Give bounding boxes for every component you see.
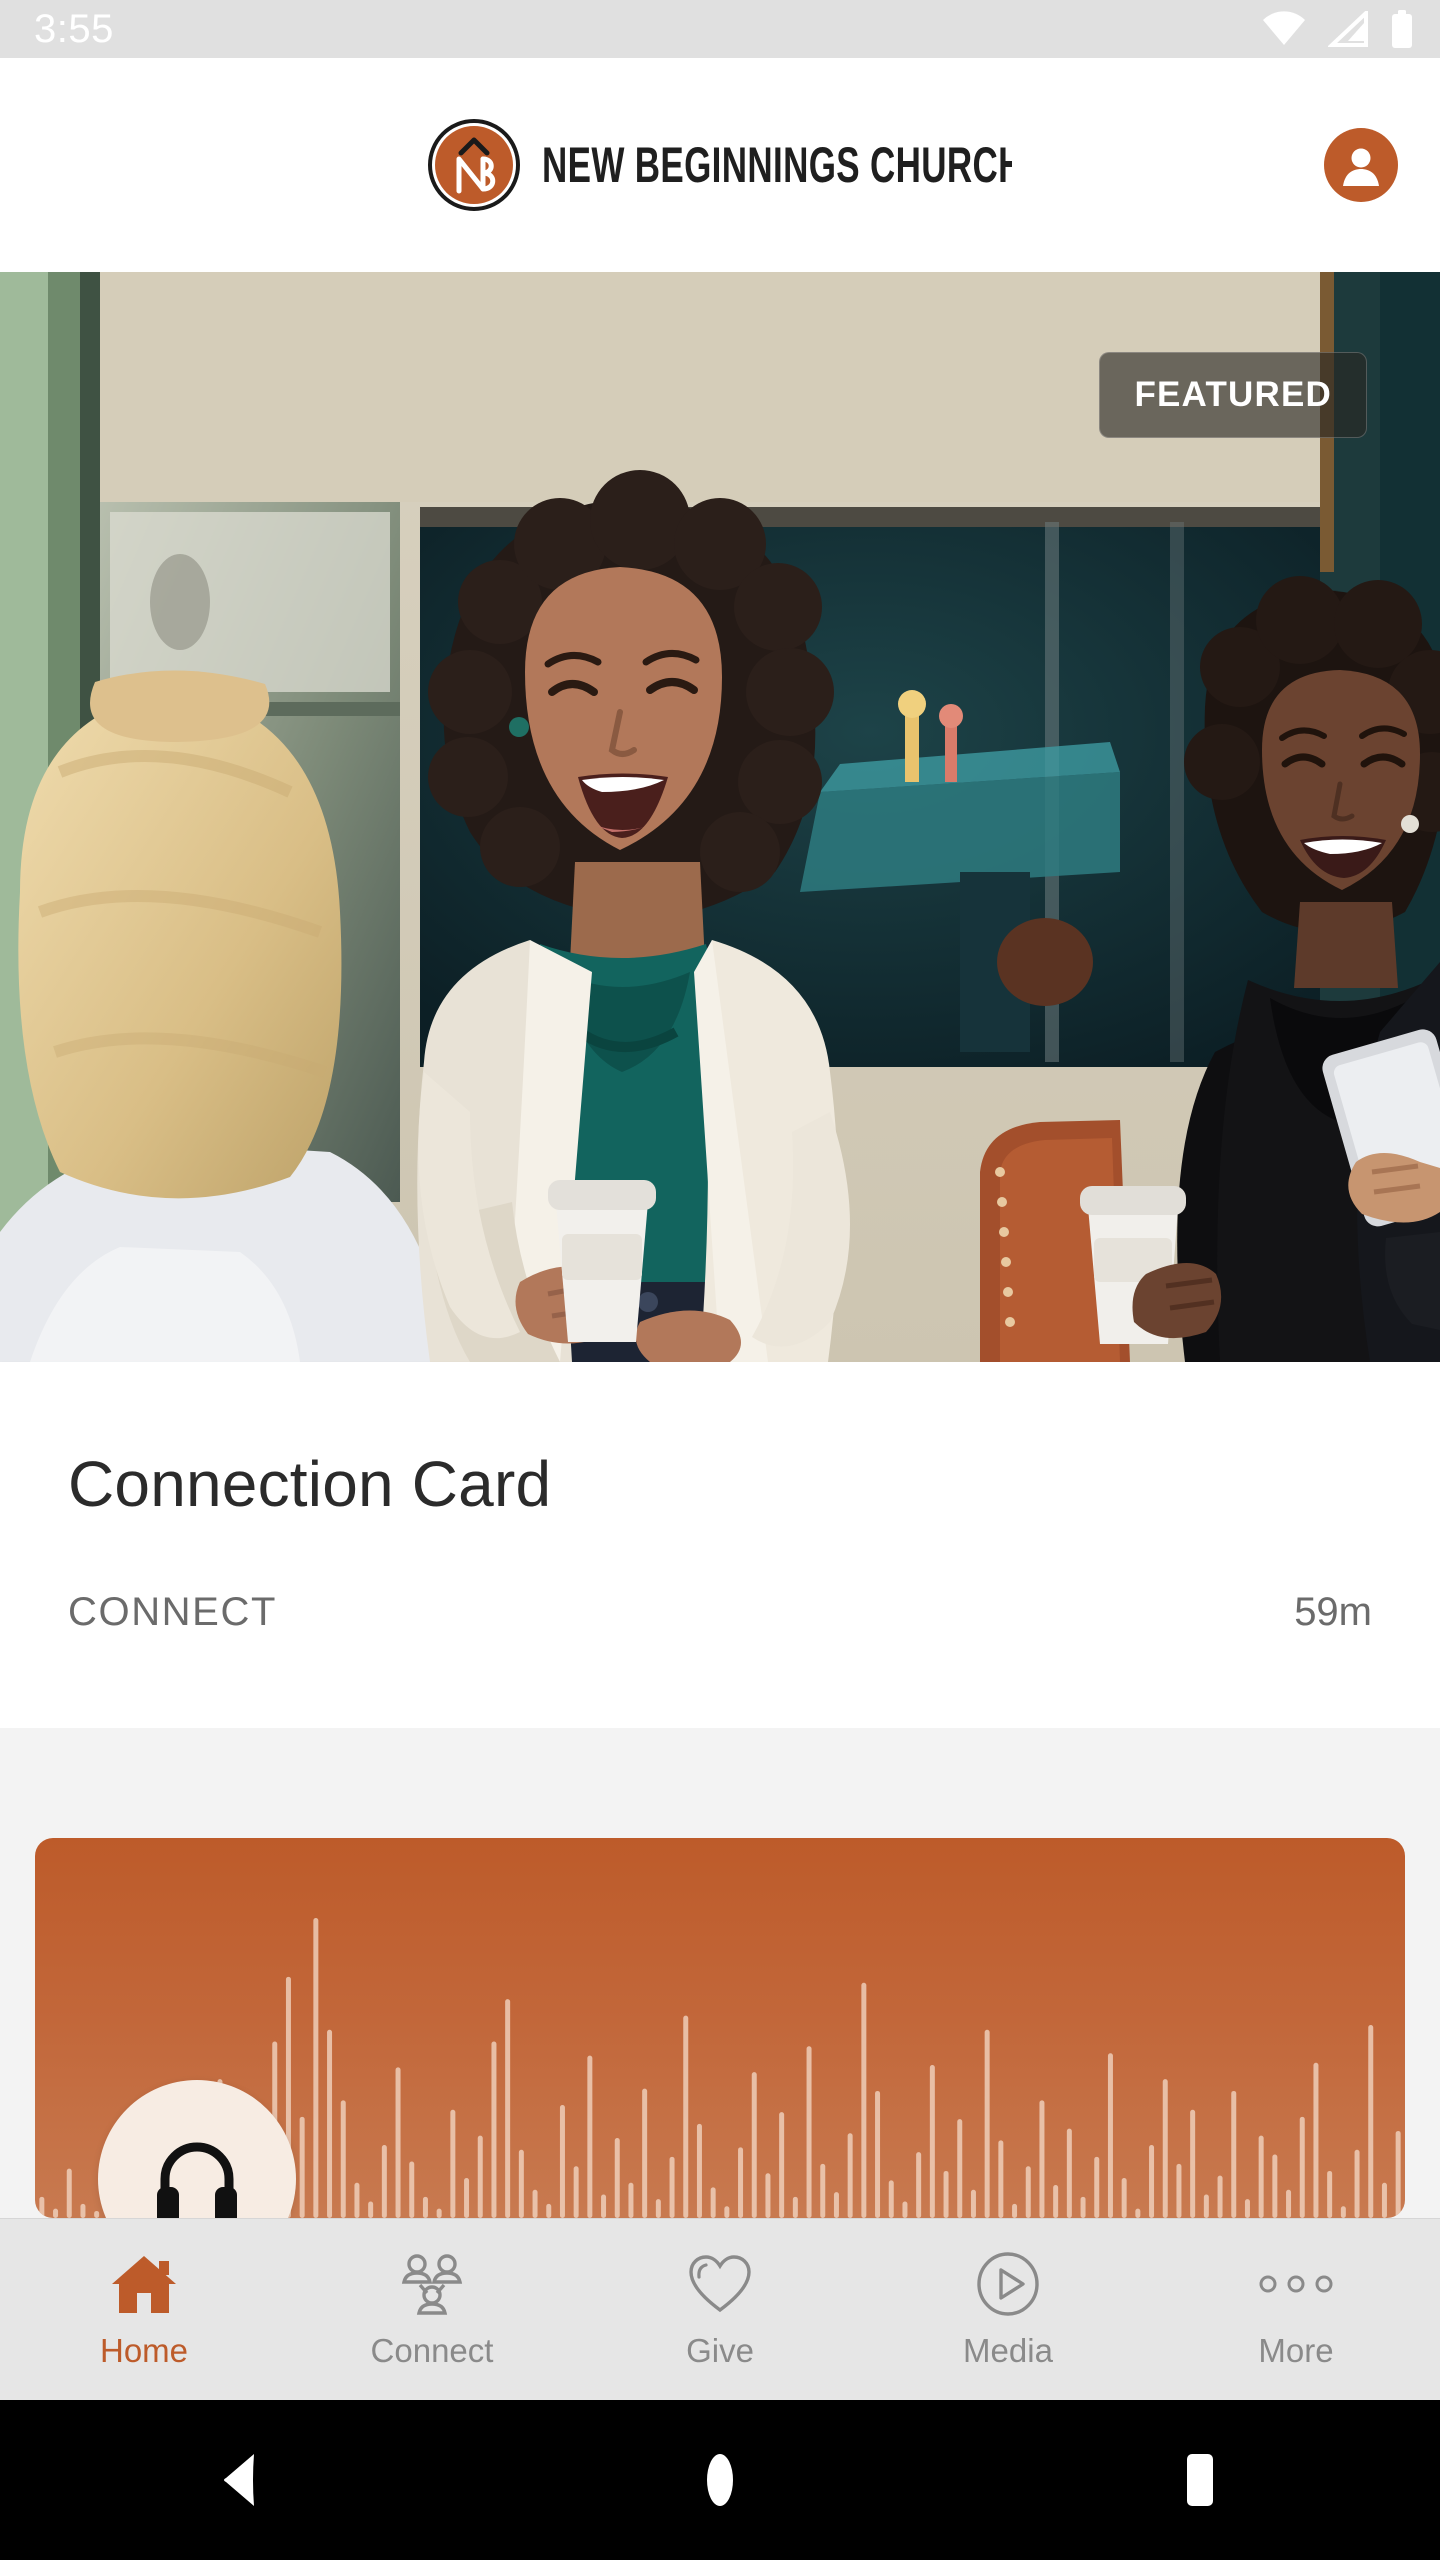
play-circle-icon xyxy=(975,2250,1041,2318)
heart-icon xyxy=(687,2250,753,2318)
back-button[interactable] xyxy=(140,2400,340,2560)
tab-media[interactable]: Media xyxy=(864,2219,1152,2401)
home-icon xyxy=(109,2250,179,2318)
status-bar-icons xyxy=(1262,10,1414,48)
tab-connect[interactable]: Connect xyxy=(288,2219,576,2401)
app-header: NEW BEGINNINGS CHURCH xyxy=(0,58,1440,272)
android-navigation-bar xyxy=(0,2400,1440,2560)
status-bar: 3:55 xyxy=(0,0,1440,58)
user-avatar-icon[interactable] xyxy=(1324,128,1398,202)
more-dots-icon xyxy=(1258,2250,1334,2318)
status-time: 3:55 xyxy=(34,6,114,51)
battery-icon xyxy=(1390,10,1414,48)
wifi-icon xyxy=(1262,11,1306,47)
duration-label: 59m xyxy=(1294,1590,1372,1634)
featured-badge: FEATURED xyxy=(1099,352,1367,438)
tab-label-give: Give xyxy=(686,2332,754,2369)
app-screen: 3:55 NEW BEGINNINGS CHURCH FEATURED Conn… xyxy=(0,0,1440,2560)
brand-logo[interactable]: NEW BEGINNINGS CHURCH xyxy=(428,119,1012,211)
tab-label-media: Media xyxy=(963,2332,1053,2369)
feature-meta-row: CONNECT 59m xyxy=(68,1590,1372,1635)
category-label: CONNECT xyxy=(68,1590,277,1634)
bottom-tab-bar: Home Connect Give Media More xyxy=(0,2218,1440,2400)
recent-apps-button[interactable] xyxy=(1100,2400,1300,2560)
audio-media-card[interactable] xyxy=(35,1838,1405,2218)
tab-give[interactable]: Give xyxy=(576,2219,864,2401)
cellular-signal-icon xyxy=(1328,11,1368,47)
tab-label-more: More xyxy=(1258,2332,1334,2369)
tab-more[interactable]: More xyxy=(1152,2219,1440,2401)
people-icon xyxy=(396,2250,468,2318)
featured-item-card[interactable]: Connection Card CONNECT 59m xyxy=(0,1362,1440,1728)
hero-image[interactable]: FEATURED xyxy=(0,272,1440,1362)
brand-name: NEW BEGINNINGS CHURCH xyxy=(542,137,1012,193)
tab-label-connect: Connect xyxy=(370,2332,494,2369)
home-button[interactable] xyxy=(620,2400,820,2560)
brand-name-wrap: NEW BEGINNINGS CHURCH xyxy=(542,136,1012,194)
page-title: Connection Card xyxy=(68,1448,552,1520)
church-logo-icon xyxy=(428,119,520,211)
tab-label-home: Home xyxy=(99,2332,189,2369)
tab-home[interactable]: Home xyxy=(0,2219,288,2401)
